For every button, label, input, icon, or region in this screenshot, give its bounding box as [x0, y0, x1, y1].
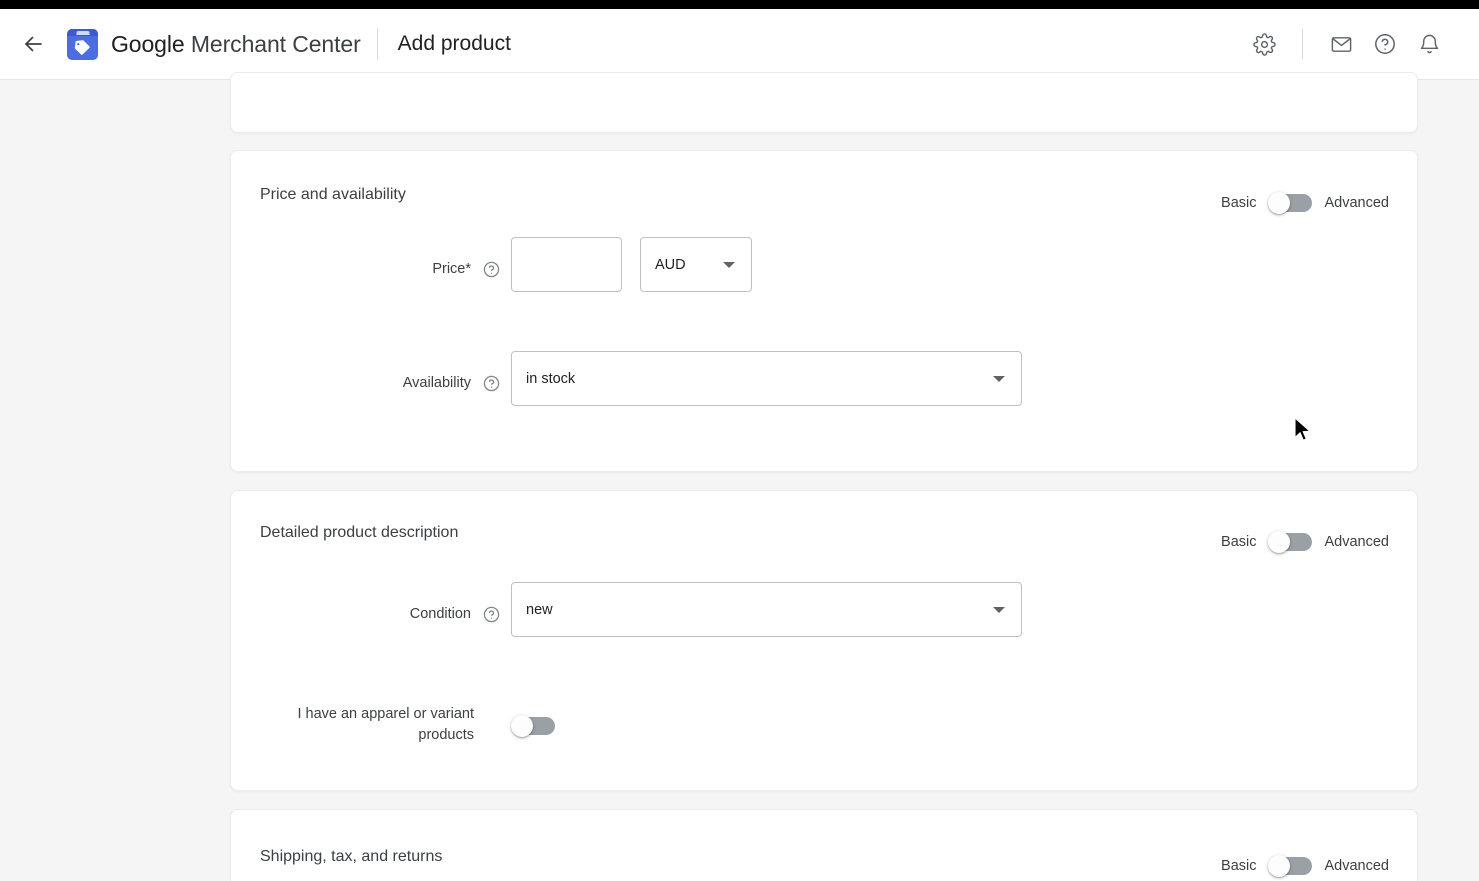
condition-help-icon[interactable] — [483, 606, 500, 623]
price-input[interactable] — [511, 237, 622, 292]
help-circle-icon — [1373, 32, 1397, 56]
price-help-icon[interactable] — [483, 261, 500, 278]
help-button[interactable] — [1363, 22, 1407, 66]
description-mode-basic-label: Basic — [1221, 534, 1257, 550]
mail-icon — [1330, 33, 1353, 56]
apparel-toggle-label-line2: products — [418, 727, 474, 743]
price-and-availability-card: Price and availability Basic Advanced Pr… — [230, 150, 1418, 472]
description-section-title: Detailed product description — [260, 524, 459, 541]
detailed-product-description-card: Detailed product description Basic Advan… — [230, 490, 1418, 791]
app-header: Google Merchant Center Add product — [0, 9, 1479, 80]
apparel-variant-switch-knob — [511, 715, 533, 737]
previous-section-card-partial — [230, 72, 1418, 133]
condition-select-value: new — [526, 601, 553, 618]
availability-select-value: in stock — [526, 370, 576, 387]
currency-select[interactable]: AUD — [640, 237, 752, 292]
back-button[interactable] — [11, 22, 55, 66]
arrow-left-icon — [21, 32, 45, 56]
price-mode-toggle-group: Basic Advanced — [1221, 192, 1389, 214]
gear-icon — [1252, 32, 1276, 56]
price-mode-switch[interactable] — [1267, 192, 1314, 214]
notifications-button[interactable] — [1407, 22, 1451, 66]
page-title: Add product — [397, 32, 511, 55]
apparel-toggle-label: I have an apparel or variant products — [261, 704, 474, 746]
brand-logo-group[interactable]: Google Merchant Center — [67, 28, 361, 60]
bell-icon — [1418, 33, 1441, 56]
app-window: Google Merchant Center Add product Price… — [0, 0, 1479, 881]
shipping-mode-switch-knob — [1267, 855, 1290, 877]
availability-field-label: Availability — [402, 375, 471, 391]
price-mode-switch-knob — [1267, 192, 1290, 214]
shipping-mode-advanced-label: Advanced — [1324, 858, 1390, 874]
condition-field-label: Condition — [409, 606, 471, 622]
chevron-down-icon — [723, 261, 735, 268]
top-black-strip — [0, 0, 1479, 9]
price-mode-advanced-label: Advanced — [1324, 195, 1390, 211]
price-mode-basic-label: Basic — [1221, 195, 1257, 211]
content-scroll-area[interactable]: Price and availability Basic Advanced Pr… — [0, 72, 1479, 881]
shipping-mode-toggle-group: Basic Advanced — [1221, 855, 1389, 877]
apparel-toggle-label-line1: I have an apparel or variant — [297, 706, 474, 722]
condition-select[interactable]: new — [511, 582, 1022, 637]
shipping-mode-switch[interactable] — [1267, 855, 1314, 877]
availability-help-icon[interactable] — [483, 375, 500, 392]
header-actions — [1242, 22, 1451, 66]
shipping-section-title: Shipping, tax, and returns — [260, 848, 443, 865]
price-tag-shape — [74, 39, 90, 55]
chevron-down-icon — [993, 606, 1005, 613]
messages-button[interactable] — [1319, 22, 1363, 66]
chevron-down-icon — [993, 375, 1005, 382]
shipping-mode-basic-label: Basic — [1221, 858, 1257, 874]
settings-button[interactable] — [1242, 22, 1286, 66]
price-section-title: Price and availability — [260, 186, 406, 203]
brand-suffix-text: Merchant Center — [184, 30, 361, 57]
description-mode-advanced-label: Advanced — [1324, 534, 1390, 550]
description-mode-switch-knob — [1267, 531, 1290, 553]
header-divider — [376, 28, 378, 60]
currency-select-value: AUD — [655, 256, 686, 273]
description-mode-switch[interactable] — [1267, 531, 1314, 553]
merchant-center-logo-icon — [67, 28, 98, 60]
brand-google-text: Google — [111, 30, 185, 57]
brand-name: Google Merchant Center — [111, 31, 361, 58]
price-field-label: Price* — [432, 261, 471, 277]
apparel-variant-switch[interactable] — [511, 715, 557, 737]
availability-select[interactable]: in stock — [511, 351, 1022, 406]
header-actions-divider — [1302, 29, 1303, 59]
description-mode-toggle-group: Basic Advanced — [1221, 531, 1389, 553]
shipping-tax-returns-card: Shipping, tax, and returns Basic Advance… — [230, 809, 1418, 881]
